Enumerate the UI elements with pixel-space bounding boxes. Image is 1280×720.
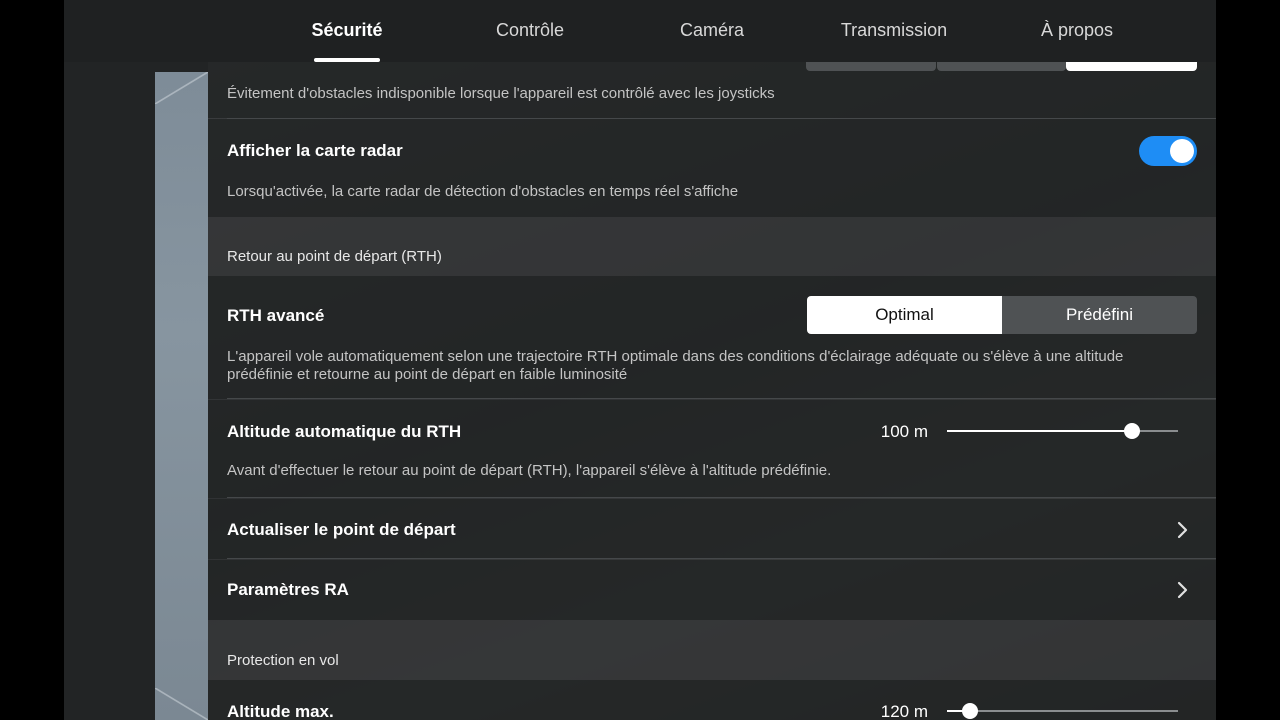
obstacle-mode-segment-1[interactable] (806, 62, 936, 71)
advanced-rth-description-line1: L'appareil vole automatiquement selon un… (227, 348, 1124, 365)
tab-control[interactable]: Contrôle (496, 20, 564, 44)
rth-altitude-slider[interactable] (947, 423, 1178, 439)
slider-thumb[interactable] (1123, 423, 1140, 439)
advanced-rth-segmented-control: Optimal Prédéfini (807, 296, 1197, 334)
update-home-point-title: Actualiser le point de départ (227, 520, 456, 539)
flight-protection-section-header: Protection en vol (208, 620, 1216, 680)
slider-fill (947, 430, 1132, 432)
max-altitude-title: Altitude max. (227, 702, 334, 720)
divider (227, 497, 1216, 498)
rth-section-header: Retour au point de départ (RTH) (208, 217, 1216, 276)
radar-map-title: Afficher la carte radar (227, 141, 403, 160)
obstacle-mode-segment-selected[interactable] (1066, 62, 1197, 71)
chevron-right-icon (1177, 581, 1188, 599)
tab-camera[interactable]: Caméra (680, 20, 744, 44)
radar-map-description: Lorsqu'activée, la carte radar de détect… (227, 183, 739, 200)
toggle-knob (1170, 139, 1194, 163)
tab-transmission[interactable]: Transmission (841, 20, 947, 44)
advanced-rth-description-line2: prédéfinie et retourne au point de dépar… (227, 366, 628, 383)
ar-settings-row[interactable]: Paramètres RA (208, 560, 1216, 620)
rth-option-optimal[interactable]: Optimal (807, 296, 1002, 334)
slider-thumb[interactable] (962, 703, 979, 719)
settings-tab-bar: Sécurité Contrôle Caméra Transmission À … (64, 0, 1216, 62)
flight-protection-section-title: Protection en vol (227, 652, 339, 669)
radar-map-toggle[interactable] (1139, 136, 1197, 166)
radar-map-row: Afficher la carte radar Lorsqu'activée, … (208, 119, 1216, 217)
divider (227, 398, 1216, 399)
obstacle-avoidance-row: Évitement d'obstacles indisponible lorsq… (208, 62, 1216, 119)
max-altitude-row: Altitude max. 120 m (208, 680, 1216, 720)
tab-about[interactable]: À propos (1041, 20, 1113, 44)
rth-altitude-description: Avant d'effectuer le retour au point de … (227, 462, 832, 479)
max-altitude-value: 120 m (880, 702, 928, 720)
settings-panel: Évitement d'obstacles indisponible lorsq… (208, 62, 1216, 720)
chevron-right-icon (1177, 521, 1188, 539)
rth-altitude-row: Altitude automatique du RTH 100 m Avant … (208, 400, 1216, 498)
divider (227, 558, 1216, 559)
obstacle-mode-segment-2[interactable] (937, 62, 1066, 71)
max-altitude-slider[interactable] (947, 703, 1178, 719)
ar-settings-title: Paramètres RA (227, 580, 349, 599)
update-home-point-row[interactable]: Actualiser le point de départ (208, 499, 1216, 559)
obstacle-avoidance-note: Évitement d'obstacles indisponible lorsq… (227, 85, 775, 102)
rth-section-title: Retour au point de départ (RTH) (227, 248, 442, 265)
rth-altitude-title: Altitude automatique du RTH (227, 422, 462, 441)
advanced-rth-title: RTH avancé (227, 306, 325, 325)
advanced-rth-row: RTH avancé Optimal Prédéfini L'appareil … (208, 276, 1216, 399)
rth-option-preset[interactable]: Prédéfini (1002, 296, 1197, 334)
rth-altitude-value: 100 m (880, 422, 928, 441)
camera-view-edge (155, 72, 208, 720)
tab-security[interactable]: Sécurité (311, 20, 382, 44)
